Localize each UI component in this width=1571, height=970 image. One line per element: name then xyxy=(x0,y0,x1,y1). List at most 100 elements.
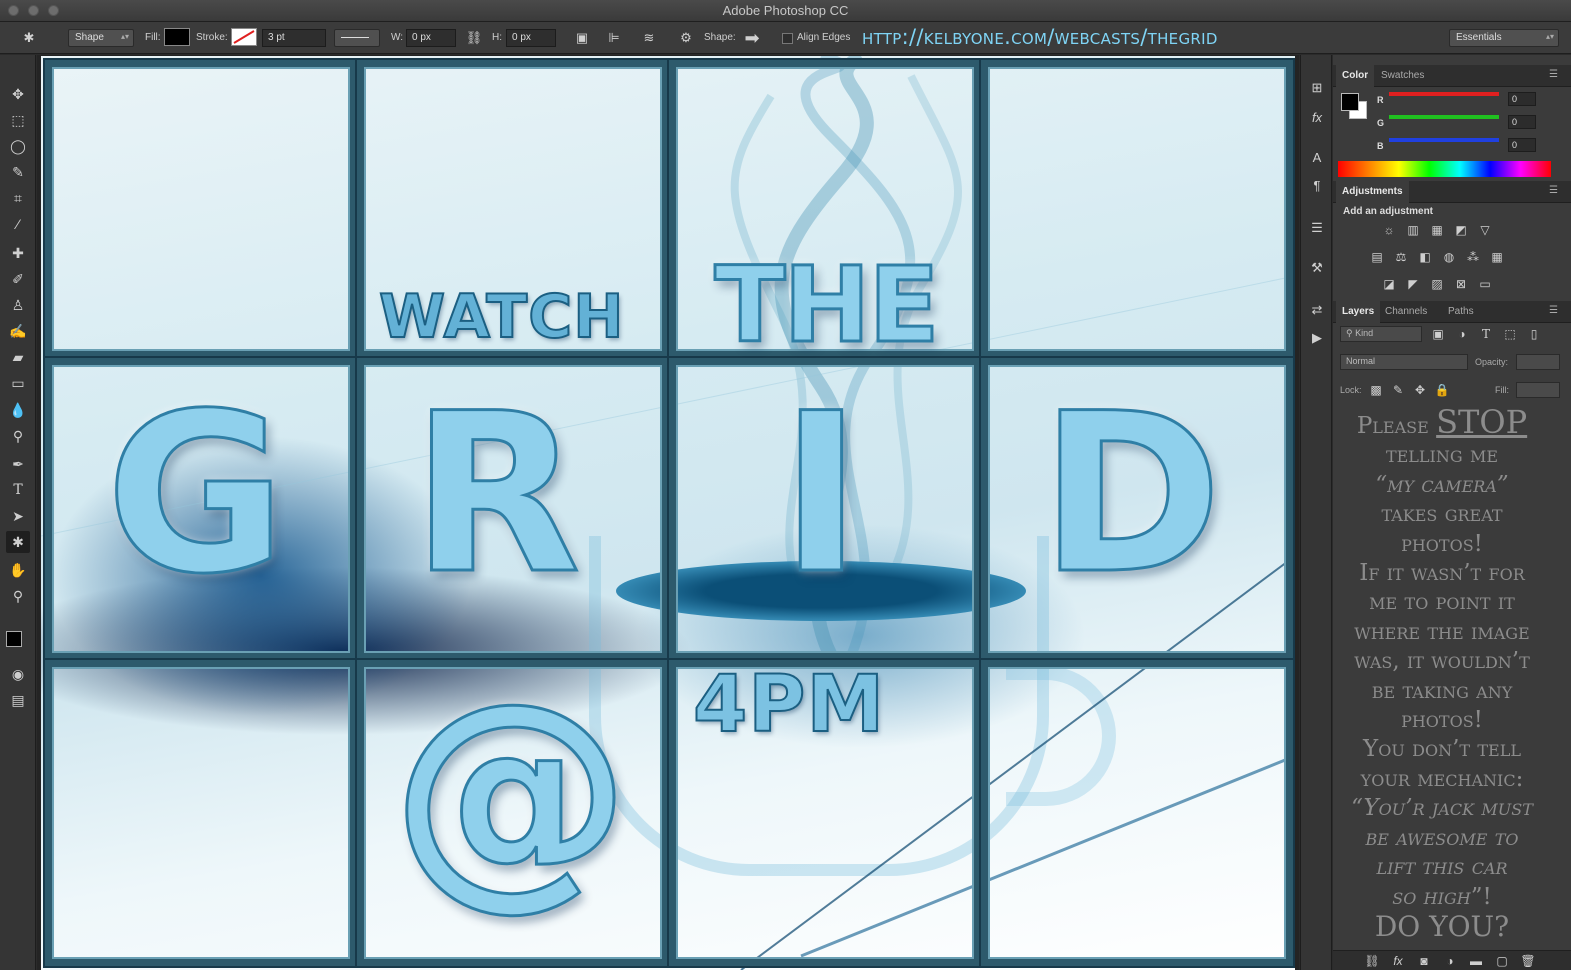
pixel-layer-filter-icon[interactable]: ▣ xyxy=(1429,325,1447,343)
lock-pixels-icon[interactable]: ✎ xyxy=(1389,381,1407,399)
posterize-icon[interactable]: ◤ xyxy=(1404,275,1422,293)
panel-menu-icon[interactable]: ☰ xyxy=(1549,69,1558,80)
fill-field[interactable] xyxy=(1516,382,1560,398)
height-field[interactable]: 0 px xyxy=(506,29,556,47)
eraser-tool-icon[interactable]: ▰ xyxy=(6,346,30,368)
threshold-icon[interactable]: ▨ xyxy=(1428,275,1446,293)
exposure-icon[interactable]: ◩ xyxy=(1452,221,1470,239)
stroke-swatch[interactable] xyxy=(231,28,257,46)
width-field[interactable]: 0 px xyxy=(406,29,456,47)
fx-icon[interactable]: fx xyxy=(1306,107,1328,129)
hue-saturation-icon[interactable]: ▤ xyxy=(1368,248,1386,266)
new-adjustment-icon[interactable]: ◑ xyxy=(1441,952,1459,970)
arrow-shape-picker-icon[interactable]: ➡ xyxy=(738,29,766,47)
link-icon[interactable]: ⛓ xyxy=(465,29,483,47)
levels-icon[interactable]: ▥ xyxy=(1404,221,1422,239)
smart-object-filter-icon[interactable]: ▯ xyxy=(1525,325,1543,343)
path-alignment-icon[interactable]: ⊫ xyxy=(605,29,623,47)
green-value-field[interactable]: 0 xyxy=(1508,115,1536,129)
tab-color[interactable]: Color xyxy=(1336,65,1375,87)
foreground-color-swatch[interactable] xyxy=(1341,93,1359,111)
document-canvas[interactable]: WATCH THE G R I D @ 4PM xyxy=(41,56,1295,970)
pen-tool-icon[interactable]: ✒ xyxy=(6,453,30,475)
foreground-color-swatch[interactable] xyxy=(6,631,22,647)
blue-slider[interactable] xyxy=(1389,138,1499,142)
custom-shape-tool-icon[interactable]: ✱ xyxy=(20,29,38,47)
quick-selection-tool-icon[interactable]: ✎ xyxy=(6,161,30,183)
adjustment-layer-filter-icon[interactable]: ◑ xyxy=(1453,325,1471,343)
layer-kind-filter[interactable]: ⚲ Kind xyxy=(1340,326,1422,342)
gradient-map-icon[interactable]: ▭ xyxy=(1476,275,1494,293)
dodge-tool-icon[interactable]: ⚲ xyxy=(6,425,30,447)
invert-icon[interactable]: ◪ xyxy=(1380,275,1398,293)
properties-icon[interactable]: ☰ xyxy=(1306,217,1328,239)
tool-presets-icon[interactable]: ⚒ xyxy=(1306,257,1328,279)
history-icon[interactable]: ⊞ xyxy=(1306,77,1328,99)
selective-color-icon[interactable]: ⊠ xyxy=(1452,275,1470,293)
screen-mode-icon[interactable]: ▤ xyxy=(6,689,30,711)
color-lookup-icon[interactable]: ▦ xyxy=(1488,248,1506,266)
color-spectrum-ramp[interactable] xyxy=(1338,161,1551,177)
tab-paths[interactable]: Paths xyxy=(1442,301,1480,323)
tool-mode-select[interactable]: Shape ▴▾ xyxy=(68,29,134,47)
add-mask-icon[interactable]: ◙ xyxy=(1415,952,1433,970)
custom-shape-tool-icon[interactable]: ✱ xyxy=(6,531,30,553)
shape-layer-filter-icon[interactable]: ⬚ xyxy=(1501,325,1519,343)
tab-swatches[interactable]: Swatches xyxy=(1375,65,1430,87)
color-balance-icon[interactable]: ⚖ xyxy=(1392,248,1410,266)
blue-value-field[interactable]: 0 xyxy=(1508,138,1536,152)
actions-icon[interactable]: ⇄ xyxy=(1306,299,1328,321)
gear-icon[interactable]: ⚙ xyxy=(677,29,695,47)
paragraph-icon[interactable]: ¶ xyxy=(1306,175,1328,197)
history-brush-tool-icon[interactable]: ✍ xyxy=(6,320,30,342)
gradient-tool-icon[interactable]: ▭ xyxy=(6,372,30,394)
opacity-field[interactable] xyxy=(1516,354,1560,370)
panel-menu-icon[interactable]: ☰ xyxy=(1549,305,1558,316)
channel-mixer-icon[interactable]: ⁂ xyxy=(1464,248,1482,266)
blur-tool-icon[interactable]: 💧 xyxy=(6,399,30,421)
curves-icon[interactable]: ▦ xyxy=(1428,221,1446,239)
tab-layers[interactable]: Layers xyxy=(1336,301,1381,323)
workspace-select[interactable]: Essentials ▴▾ xyxy=(1449,29,1559,47)
panel-menu-icon[interactable]: ☰ xyxy=(1549,185,1558,196)
hand-tool-icon[interactable]: ✋ xyxy=(6,559,30,581)
align-edges-checkbox[interactable] xyxy=(782,33,793,44)
type-tool-icon[interactable]: T xyxy=(6,479,30,501)
red-slider[interactable] xyxy=(1389,92,1499,96)
path-operations-icon[interactable]: ▣ xyxy=(573,29,591,47)
trash-icon[interactable]: 🗑 xyxy=(1519,952,1537,970)
play-icon[interactable]: ▶ xyxy=(1306,327,1328,349)
marquee-tool-icon[interactable]: ⬚ xyxy=(6,109,30,131)
tab-channels[interactable]: Channels xyxy=(1379,301,1433,323)
new-group-icon[interactable]: ▬ xyxy=(1467,952,1485,970)
character-icon[interactable]: A xyxy=(1306,147,1328,169)
fx-icon[interactable]: fx xyxy=(1389,952,1407,970)
stroke-type-select[interactable] xyxy=(334,29,380,47)
lock-transparent-icon[interactable]: ▩ xyxy=(1367,381,1385,399)
link-layers-icon[interactable]: ⛓ xyxy=(1363,952,1381,970)
type-layer-filter-icon[interactable]: T xyxy=(1477,325,1495,343)
black-white-icon[interactable]: ◧ xyxy=(1416,248,1434,266)
stamp-tool-icon[interactable]: ♙ xyxy=(6,294,30,316)
lock-position-icon[interactable]: ✥ xyxy=(1411,381,1429,399)
zoom-tool-icon[interactable]: ⚲ xyxy=(6,585,30,607)
healing-brush-tool-icon[interactable]: ✚ xyxy=(6,242,30,264)
crop-tool-icon[interactable]: ⌗ xyxy=(6,187,30,209)
tab-adjustments[interactable]: Adjustments xyxy=(1336,181,1409,203)
blend-mode-select[interactable]: Normal xyxy=(1340,354,1468,370)
stroke-width-field[interactable]: 3 pt xyxy=(262,29,326,47)
lock-icon[interactable]: 🔒 xyxy=(1433,381,1451,399)
lasso-tool-icon[interactable]: ◯ xyxy=(6,135,30,157)
brightness-icon[interactable]: ☼ xyxy=(1380,221,1398,239)
fill-swatch[interactable] xyxy=(164,28,190,46)
path-arrangement-icon[interactable]: ≋ xyxy=(640,29,658,47)
vibrance-icon[interactable]: ▽ xyxy=(1476,221,1494,239)
eyedropper-tool-icon[interactable]: ⁄ xyxy=(6,213,30,235)
photo-filter-icon[interactable]: ◍ xyxy=(1440,248,1458,266)
move-tool-icon[interactable]: ✥ xyxy=(6,83,30,105)
green-slider[interactable] xyxy=(1389,115,1499,119)
path-selection-tool-icon[interactable]: ➤ xyxy=(6,505,30,527)
new-layer-icon[interactable]: ▢ xyxy=(1493,952,1511,970)
red-value-field[interactable]: 0 xyxy=(1508,92,1536,106)
quick-mask-icon[interactable]: ◉ xyxy=(6,663,30,685)
